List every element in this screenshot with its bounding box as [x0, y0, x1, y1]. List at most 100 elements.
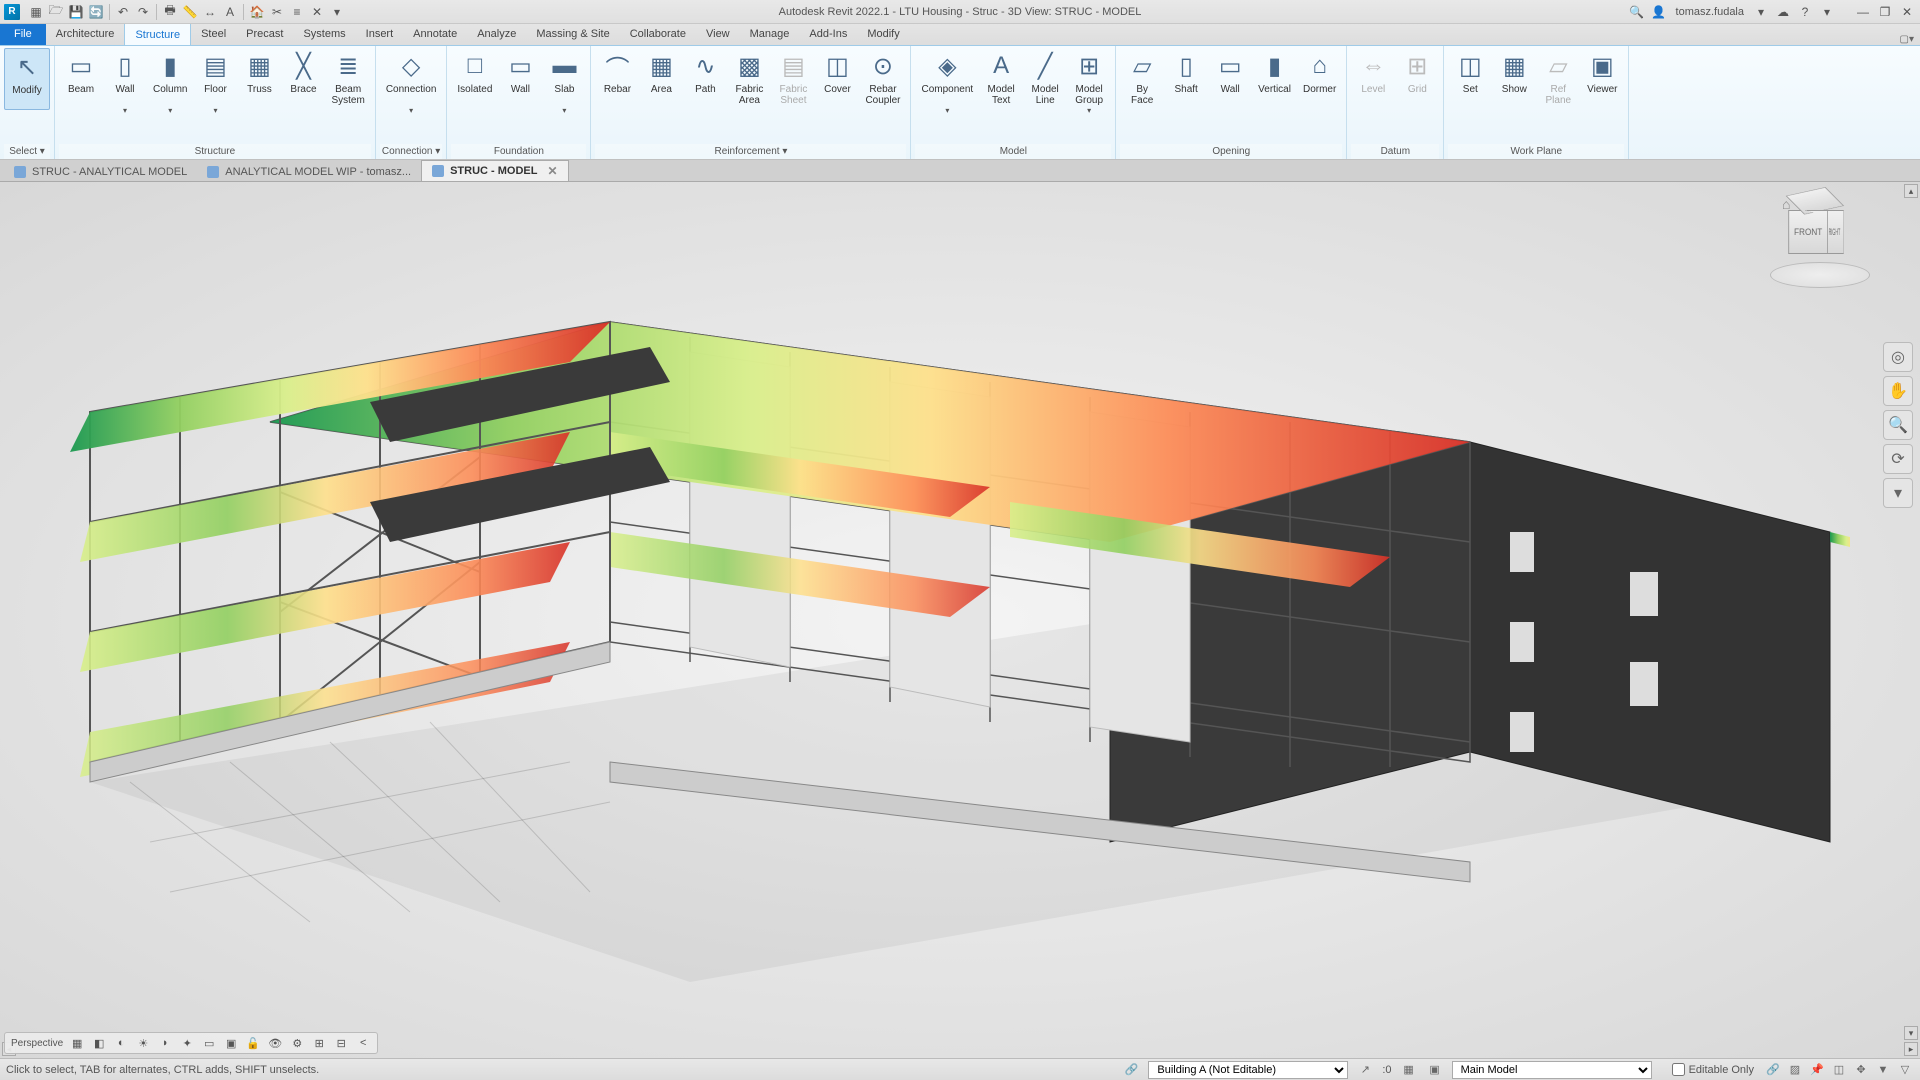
show-button[interactable]: ▦Show	[1492, 48, 1536, 108]
path-button[interactable]: ∿Path	[683, 48, 727, 108]
zoom-icon[interactable]: 🔍	[1883, 410, 1913, 440]
help-drop-icon[interactable]: ▾	[1818, 3, 1836, 21]
detail-icon[interactable]: ◧	[91, 1035, 107, 1051]
viewcube[interactable]: ⌂ FRONT RIGHT	[1760, 202, 1880, 302]
file-tab[interactable]: File	[0, 23, 46, 45]
ribbon-tab[interactable]: Insert	[356, 23, 404, 45]
rebar-coupler-button[interactable]: ⊙RebarCoupler	[859, 48, 906, 108]
constraints-icon[interactable]: ⊟	[333, 1035, 349, 1051]
temp-hide-icon[interactable]: 👁	[267, 1035, 283, 1051]
connection-button[interactable]: ◇Connection▾	[380, 48, 443, 117]
cover-button[interactable]: ◫Cover	[815, 48, 859, 108]
beam-button[interactable]: ▭Beam	[59, 48, 103, 108]
ribbon-tab[interactable]: Manage	[740, 23, 800, 45]
sync-icon[interactable]: 🔄	[86, 2, 106, 22]
restore-icon[interactable]: ❐	[1876, 3, 1894, 21]
minimize-icon[interactable]: —	[1854, 3, 1872, 21]
redo-icon[interactable]: ↷	[133, 2, 153, 22]
workset-select[interactable]: Building A (Not Editable)	[1148, 1061, 1348, 1079]
select-underlay-icon[interactable]: ▨	[1786, 1061, 1804, 1079]
drag-icon[interactable]: ✥	[1852, 1061, 1870, 1079]
vertical-button[interactable]: ▮Vertical	[1252, 48, 1297, 108]
qat-menu-icon[interactable]: ▦	[26, 2, 46, 22]
scale-icon[interactable]: ▦	[69, 1035, 85, 1051]
visual-style-icon[interactable]: ◐	[113, 1035, 129, 1051]
wall-button[interactable]: ▭Wall	[1208, 48, 1252, 108]
ribbon-tab[interactable]: Precast	[236, 23, 293, 45]
filter-selection-icon[interactable]: ▽	[1896, 1061, 1914, 1079]
view-tab[interactable]: STRUC - ANALYTICAL MODEL	[4, 163, 197, 181]
select-pinned-icon[interactable]: 📌	[1808, 1061, 1826, 1079]
unlock-icon[interactable]: 🔓	[245, 1035, 261, 1051]
column-button[interactable]: ▮Column▾	[147, 48, 193, 117]
filter-icon[interactable]: ▦	[1400, 1061, 1418, 1079]
design-option-select[interactable]: Main Model	[1452, 1061, 1652, 1079]
selection-count-icon[interactable]: ↗	[1356, 1061, 1374, 1079]
close-hidden-icon[interactable]: ✕	[307, 2, 327, 22]
model-text-button[interactable]: AModelText	[979, 48, 1023, 108]
model-group-button[interactable]: ⊞ModelGroup▾	[1067, 48, 1111, 117]
shaft-button[interactable]: ▯Shaft	[1164, 48, 1208, 108]
view-tab[interactable]: ANALYTICAL MODEL WIP - tomasz...	[197, 163, 421, 181]
viewer-button[interactable]: ▣Viewer	[1580, 48, 1624, 108]
background-icon[interactable]: ▼	[1874, 1061, 1892, 1079]
fabric-area-button[interactable]: ▩FabricArea	[727, 48, 771, 108]
pan-icon[interactable]: ✋	[1883, 376, 1913, 406]
tag-icon[interactable]: A	[220, 2, 240, 22]
floor-button[interactable]: ▤Floor▾	[193, 48, 237, 117]
app-logo[interactable]: R	[4, 4, 20, 20]
scroll-right-icon[interactable]: ▸	[1904, 1042, 1918, 1056]
panel-title[interactable]: Select ▾	[4, 144, 50, 159]
save-icon[interactable]: 💾	[66, 2, 86, 22]
dormer-button[interactable]: ⌂Dormer	[1297, 48, 1342, 108]
favorites-icon[interactable]: ☁	[1774, 3, 1792, 21]
ribbon-tab[interactable]: Modify	[857, 23, 909, 45]
ribbon-tab[interactable]: Analyze	[467, 23, 526, 45]
ribbon-tab[interactable]: Massing & Site	[526, 23, 619, 45]
ribbon-tab[interactable]: Systems	[293, 23, 355, 45]
vcb-more-icon[interactable]: <	[355, 1035, 371, 1051]
isolated-button[interactable]: □Isolated	[451, 48, 498, 108]
crop-show-icon[interactable]: ▣	[223, 1035, 239, 1051]
ribbon-tab[interactable]: Annotate	[403, 23, 467, 45]
beam-system-button[interactable]: ≣BeamSystem	[325, 48, 370, 108]
wall-button[interactable]: ▯Wall▾	[103, 48, 147, 117]
reveal-icon[interactable]: ⚙	[289, 1035, 305, 1051]
wheel-icon[interactable]: ◎	[1883, 342, 1913, 372]
scroll-down-icon[interactable]: ▾	[1904, 1026, 1918, 1040]
workset-icon[interactable]: 🔗	[1122, 1061, 1140, 1079]
model-line-button[interactable]: ╱ModelLine	[1023, 48, 1067, 108]
viewcube-compass[interactable]	[1770, 262, 1870, 288]
area-button[interactable]: ▦Area	[639, 48, 683, 108]
panel-collapse-icon[interactable]: ▢▾	[1900, 34, 1914, 45]
truss-button[interactable]: ▦Truss	[237, 48, 281, 108]
user-drop-icon[interactable]: ▾	[1752, 3, 1770, 21]
render-icon[interactable]: ✦	[179, 1035, 195, 1051]
close-icon[interactable]: ✕	[543, 164, 557, 178]
scroll-up-icon[interactable]: ▴	[1904, 184, 1918, 198]
crop-icon[interactable]: ▭	[201, 1035, 217, 1051]
modify-button[interactable]: ↖ Modify	[4, 48, 50, 110]
navbar-drop-icon[interactable]: ▾	[1883, 478, 1913, 508]
panel-title[interactable]: Connection ▾	[380, 144, 443, 159]
search-icon[interactable]: 🔍	[1628, 3, 1646, 21]
orbit-icon[interactable]: ⟳	[1883, 444, 1913, 474]
ribbon-tab[interactable]: View	[696, 23, 740, 45]
switch-window-icon[interactable]: ▾	[327, 2, 347, 22]
model-icon[interactable]: ▣	[1426, 1061, 1444, 1079]
ribbon-tab[interactable]: Structure	[124, 23, 191, 45]
ribbon-tab[interactable]: Steel	[191, 23, 236, 45]
drawing-canvas[interactable]: ▴ ▾ ◂ ▸	[0, 182, 1920, 1058]
viewcube-front[interactable]: FRONT	[1788, 210, 1828, 254]
3d-icon[interactable]: 🏠	[247, 2, 267, 22]
brace-button[interactable]: ╳Brace	[281, 48, 325, 108]
set-button[interactable]: ◫Set	[1448, 48, 1492, 108]
view-tab[interactable]: STRUC - MODEL✕	[421, 160, 568, 181]
select-face-icon[interactable]: ◫	[1830, 1061, 1848, 1079]
by-face-button[interactable]: ▱ByFace	[1120, 48, 1164, 108]
sun-icon[interactable]: ☀	[135, 1035, 151, 1051]
close-icon[interactable]: ✕	[1898, 3, 1916, 21]
undo-icon[interactable]: ↶	[113, 2, 133, 22]
component-button[interactable]: ◈Component▾	[915, 48, 979, 117]
editable-only-checkbox[interactable]: Editable Only	[1672, 1063, 1754, 1076]
